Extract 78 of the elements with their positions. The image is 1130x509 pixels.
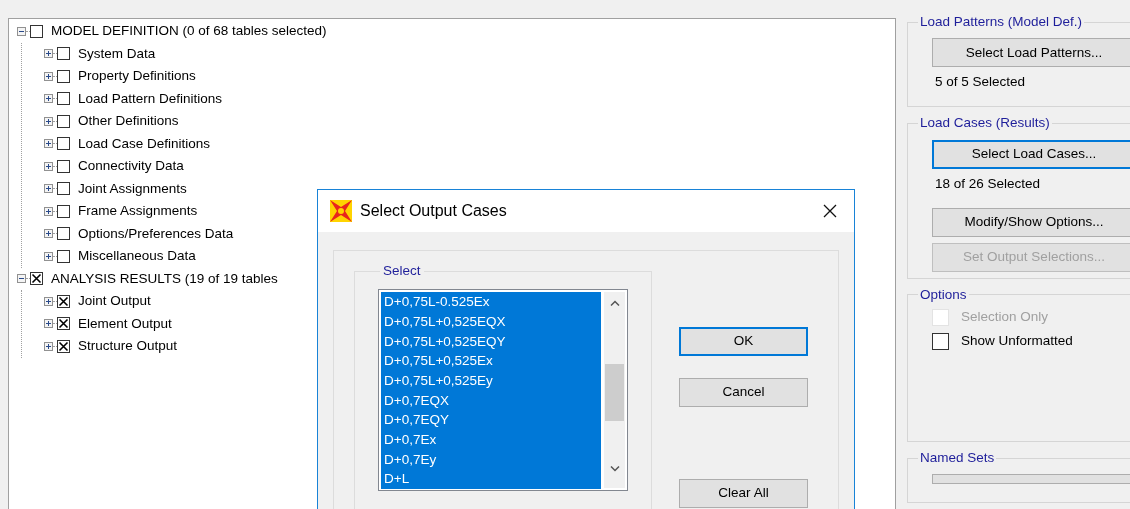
checkbox-label: Selection Only: [961, 308, 1049, 327]
tree-item[interactable]: MODEL DEFINITION (0 of 68 tables selected): [51, 21, 327, 42]
checkbox[interactable]: [57, 317, 70, 331]
checkbox[interactable]: [57, 339, 70, 353]
collapse-icon[interactable]: [17, 26, 26, 36]
window-title: Select Output Cases: [360, 201, 508, 221]
expand-icon[interactable]: [44, 139, 53, 149]
list-item[interactable]: D+0,7EQY: [381, 410, 602, 431]
scroll-down-icon[interactable]: [609, 466, 620, 473]
checkbox[interactable]: [30, 24, 43, 38]
checkbox[interactable]: [57, 182, 70, 196]
tree-item[interactable]: Connectivity Data: [78, 156, 184, 177]
checkbox[interactable]: [57, 204, 70, 218]
button[interactable]: Cancel: [679, 378, 808, 407]
button[interactable]: Select Load Patterns...: [932, 38, 1130, 68]
checkbox[interactable]: [30, 272, 43, 286]
expand-icon[interactable]: [44, 206, 53, 216]
list-item[interactable]: D+0,75L+0,525Ex: [381, 351, 602, 371]
list-item[interactable]: D+0,75L+0,525EQY: [381, 331, 602, 352]
list-item[interactable]: D+0,7Ey: [381, 449, 602, 470]
tree-item[interactable]: Load Case Definitions: [78, 133, 211, 154]
expand-icon[interactable]: [44, 341, 53, 351]
checkbox[interactable]: [932, 333, 949, 350]
checkbox[interactable]: [57, 114, 70, 128]
expand-icon[interactable]: [44, 94, 53, 104]
tree-item[interactable]: Frame Assignments: [78, 201, 198, 222]
scroll-up-icon[interactable]: [609, 300, 620, 307]
tree-item[interactable]: Load Pattern Definitions: [78, 88, 223, 109]
checkbox[interactable]: [57, 159, 70, 173]
checkbox[interactable]: [57, 137, 70, 151]
checkbox[interactable]: [57, 294, 70, 308]
tree-item[interactable]: Structure Output: [78, 336, 178, 357]
expand-icon[interactable]: [44, 251, 53, 261]
checkbox[interactable]: [57, 69, 70, 83]
checkbox[interactable]: [57, 92, 70, 106]
list-item[interactable]: D+0,75L-0.525Ex: [381, 292, 602, 312]
list-item[interactable]: D+0,7EQX: [381, 390, 602, 411]
selection-count: 18 of 26 Selected: [935, 175, 1042, 192]
list-item[interactable]: D+L: [381, 469, 602, 490]
tree-item[interactable]: Other Definitions: [78, 111, 179, 132]
expand-icon[interactable]: [44, 229, 53, 239]
tree-item[interactable]: System Data: [78, 43, 156, 64]
button[interactable]: Clear All: [679, 479, 808, 508]
button[interactable]: Modify/Show Options...: [932, 207, 1130, 237]
button[interactable]: OK: [679, 327, 808, 356]
group-title: Options: [919, 285, 968, 304]
expand-icon[interactable]: [44, 319, 53, 329]
expand-icon[interactable]: [44, 71, 53, 81]
scroll-thumb[interactable]: [605, 364, 625, 422]
list-item[interactable]: D+0,75L+0,525EQX: [381, 311, 602, 332]
checkbox[interactable]: [57, 47, 70, 61]
expand-icon[interactable]: [44, 161, 53, 171]
expand-icon[interactable]: [44, 116, 53, 126]
group-title: Named Sets: [919, 449, 996, 468]
button[interactable]: Select Load Cases...: [932, 139, 1130, 169]
tree-item[interactable]: Joint Output: [78, 291, 151, 312]
tree-item[interactable]: ANALYSIS RESULTS (19 of 19 tables: [51, 268, 278, 289]
checkbox[interactable]: [57, 227, 70, 241]
tree-item[interactable]: Joint Assignments: [78, 178, 187, 199]
group-title: Load Patterns (Model Def.): [919, 13, 1084, 31]
collapse-icon[interactable]: [17, 274, 26, 284]
scrollbar[interactable]: [604, 292, 625, 489]
expand-icon[interactable]: [44, 184, 53, 194]
expand-icon[interactable]: [44, 49, 53, 59]
app-icon: [329, 199, 353, 223]
tree-item[interactable]: Miscellaneous Data: [78, 246, 196, 267]
tree-item[interactable]: Element Output: [78, 313, 172, 334]
checkbox[interactable]: [57, 249, 70, 263]
close-icon[interactable]: [822, 203, 838, 219]
group-title: Select: [382, 262, 422, 280]
group-title: Load Cases (Results): [919, 114, 1051, 133]
tree-item[interactable]: Options/Preferences Data: [78, 223, 234, 244]
expand-icon[interactable]: [44, 296, 53, 306]
tree-item[interactable]: Property Definitions: [78, 66, 196, 87]
checkbox-label: Show Unformatted: [961, 332, 1073, 351]
selection-count: 5 of 5 Selected: [935, 74, 1027, 91]
list-item[interactable]: D+0,7Ex: [381, 430, 602, 450]
list-item[interactable]: D+0,75L+0,525Ey: [381, 371, 602, 391]
